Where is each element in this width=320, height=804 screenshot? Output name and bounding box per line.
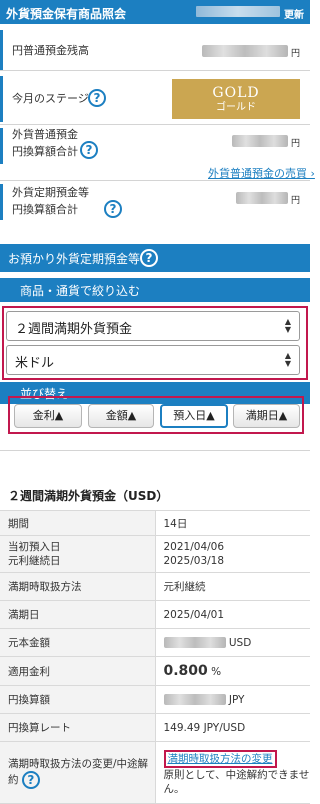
product-detail-table: 期間 14日 当初預入日 元利継続日 2021/04/06 2025/03/18… — [0, 510, 310, 804]
term-label: 期間 — [0, 510, 156, 536]
sort-interest-button[interactable]: 金利▲ — [14, 404, 82, 428]
deposit-dates-label: 当初預入日 元利継続日 — [0, 535, 156, 573]
fx-time-label-1: 外貨定期預金等 — [12, 186, 89, 199]
currency-select[interactable]: 米ドル ▲ ▼ — [6, 345, 300, 375]
change-cancel-help-icon[interactable]: ? — [21, 771, 40, 789]
yen-rate-label: 円換算レート — [0, 713, 156, 742]
deposits-help-icon[interactable]: ? — [140, 249, 158, 267]
row-accent-bar — [0, 30, 3, 70]
blurred-principal — [163, 637, 226, 648]
stage-label: 今月のステージ — [12, 92, 89, 105]
table-row: 元本金額 USD — [0, 628, 310, 657]
yen-balance-label: 円普通預金残高 — [12, 44, 89, 57]
table-row: 適用金利 0.800 % — [0, 656, 310, 686]
principal-label: 元本金額 — [0, 628, 156, 657]
filter-title: 商品・通貨で絞り込む — [20, 284, 141, 298]
table-row: 期間 14日 — [0, 510, 310, 536]
sort-deposit-date-button[interactable]: 預入日▲ — [160, 404, 228, 428]
divider — [0, 180, 310, 181]
maturity-handling-value: 元利継続 — [155, 572, 310, 601]
fx-ordinary-label-2: 円換算額合計 — [12, 145, 78, 158]
rate-value: 0.800 % — [155, 656, 310, 686]
fx-ordinary-help-icon[interactable]: ? — [80, 141, 98, 159]
yen-unit: 円 — [291, 49, 301, 59]
yen-amount-unit: JPY — [228, 693, 245, 706]
change-cancel-value: 満期時取扱方法の変更 原則として、中途解約できません。 — [155, 741, 310, 804]
table-row: 円換算額 JPY — [0, 685, 310, 714]
renewal-label: 元利継続日 — [8, 555, 61, 567]
maturity-handling-label: 満期時取扱方法 — [0, 572, 156, 601]
currency-select-value: 米ドル — [15, 356, 55, 371]
table-row: 満期時取扱方法 元利継続 — [0, 572, 310, 601]
fx-time-help-icon[interactable]: ? — [104, 200, 122, 218]
blurred-yen-amount — [163, 694, 226, 705]
principal-value: USD — [155, 628, 310, 657]
sort-maturity-button[interactable]: 満期日▲ — [233, 404, 300, 428]
divider — [0, 70, 310, 71]
deposit-dates-value: 2021/04/06 2025/03/18 — [155, 535, 310, 573]
blurred-fx-time-total — [236, 192, 288, 204]
filter-header: 商品・通貨で絞り込む — [0, 278, 310, 302]
row-accent-bar — [0, 184, 3, 220]
maturity-date-label: 満期日 — [0, 600, 156, 629]
maturity-date-value: 2025/04/01 — [155, 600, 310, 629]
table-row: 円換算レート 149.49 JPY/USD — [0, 713, 310, 742]
change-maturity-handling-link[interactable]: 満期時取扱方法の変更 — [163, 749, 277, 768]
product-title: ２週間満期外貨預金（USD） — [8, 489, 169, 503]
yen-unit: 円 — [291, 196, 301, 206]
divider — [0, 450, 310, 451]
gold-stage-badge: GOLD ゴールド — [172, 79, 300, 119]
deposits-section-title: お預かり外貨定期預金等 — [8, 252, 141, 266]
fx-ordinary-trade-link[interactable]: 外貨普通預金の売買 › — [208, 165, 315, 181]
page-title: 外貨預金保有商品照会 — [6, 7, 127, 21]
table-row: 当初預入日 元利継続日 2021/04/06 2025/03/18 — [0, 535, 310, 573]
table-row: 満期時取扱方法の変更/中途解約 ? 満期時取扱方法の変更 原則として、中途解約で… — [0, 741, 310, 804]
product-select[interactable]: ２週間満期外貨預金 ▲ ▼ — [6, 311, 300, 341]
gold-badge-sub: ゴールド — [216, 102, 256, 113]
rate-unit: % — [211, 666, 222, 678]
yen-rate-value: 149.49 JPY/USD — [155, 713, 310, 742]
row-accent-bar — [0, 76, 3, 122]
rate-label: 適用金利 — [0, 656, 156, 686]
product-select-value: ２週間満期外貨預金 — [15, 322, 133, 337]
select-arrows-icon: ▲ ▼ — [284, 317, 291, 334]
fx-time-label-2: 円換算額合計 — [12, 203, 78, 216]
yen-amount-label: 円換算額 — [0, 685, 156, 714]
update-button[interactable]: 更新 — [284, 6, 304, 21]
divider — [0, 124, 310, 125]
table-row: 満期日 2025/04/01 — [0, 600, 310, 629]
fx-ordinary-label-1: 外貨普通預金 — [12, 128, 78, 141]
rate-number: 0.800 — [163, 663, 208, 679]
page-header: 外貨預金保有商品照会 更新 — [0, 0, 310, 24]
change-cancel-label: 満期時取扱方法の変更/中途解約 ? — [0, 741, 156, 804]
cancel-note: 原則として、中途解約できません。 — [163, 768, 310, 795]
stage-help-icon[interactable]: ? — [88, 89, 106, 107]
blurred-account-info — [196, 6, 280, 17]
initial-deposit-label: 当初預入日 — [8, 541, 61, 553]
principal-unit: USD — [228, 636, 252, 649]
yen-amount-value: JPY — [155, 685, 310, 714]
renewal-date: 2025/03/18 — [163, 555, 225, 567]
yen-unit: 円 — [291, 139, 301, 149]
gold-badge-main: GOLD — [212, 85, 260, 101]
deposits-section-header: お預かり外貨定期預金等 ? — [0, 244, 310, 272]
sort-amount-button[interactable]: 金額▲ — [88, 404, 154, 428]
blurred-fx-ordinary-total — [232, 135, 288, 147]
select-arrows-icon: ▲ ▼ — [284, 351, 291, 368]
term-value: 14日 — [155, 510, 310, 536]
initial-deposit-date: 2021/04/06 — [163, 541, 225, 553]
row-accent-bar — [0, 128, 3, 164]
blurred-yen-balance — [202, 45, 288, 57]
